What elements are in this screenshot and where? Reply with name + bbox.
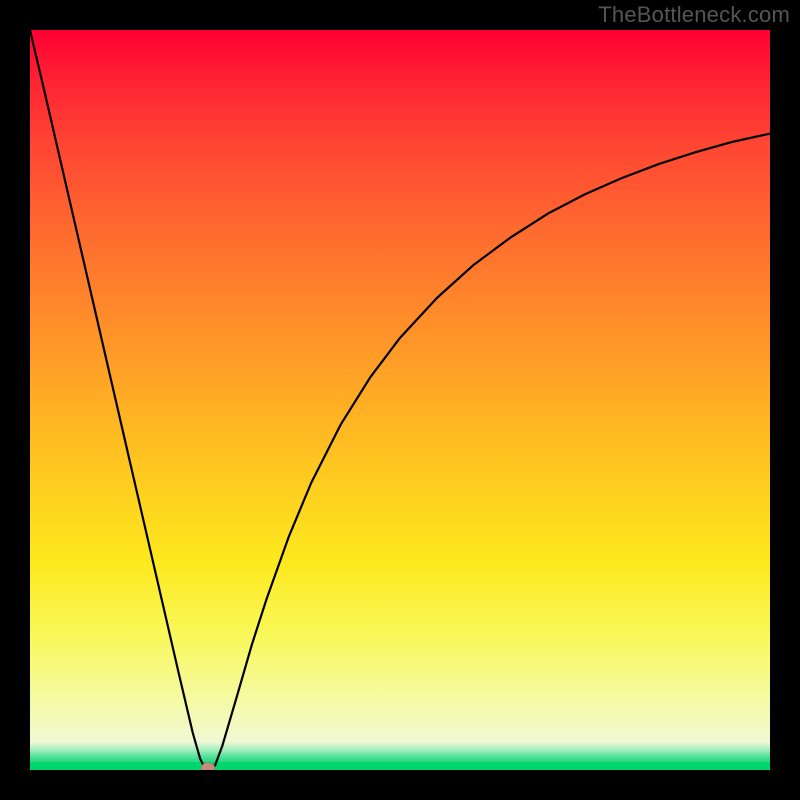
curve-svg: [30, 30, 770, 770]
plot-area: [30, 30, 770, 770]
bottleneck-curve: [30, 30, 770, 768]
minimum-marker: [201, 762, 215, 770]
watermark-text: TheBottleneck.com: [598, 2, 790, 28]
chart-frame: TheBottleneck.com: [0, 0, 800, 800]
